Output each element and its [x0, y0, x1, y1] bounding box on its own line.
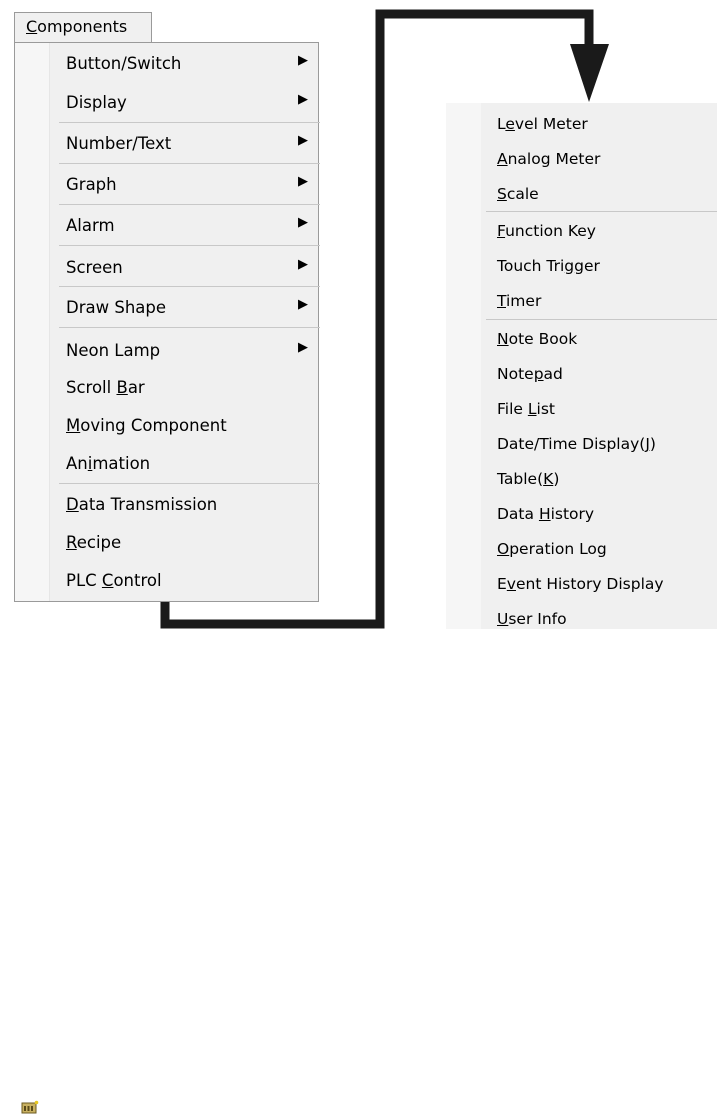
submenu-item-scale[interactable]: Scale	[497, 185, 539, 203]
submenu-item-notepad[interactable]: Notepad	[497, 365, 563, 383]
submenu-arrow-icon: ▶	[298, 53, 308, 68]
submenu-item-operation-log[interactable]: Operation Log	[497, 540, 607, 558]
menu-item-label: PLC Control	[66, 571, 162, 590]
submenu-item-touch-trigger[interactable]: Touch Trigger	[497, 257, 600, 275]
submenu-arrow-icon: ▶	[298, 174, 308, 189]
submenu-item-note-book[interactable]: Note Book	[497, 330, 577, 348]
menu-item-label: Recipe	[66, 533, 122, 552]
menu-separator	[59, 163, 320, 164]
menu-item-label: Moving Component	[66, 416, 227, 435]
submenu-item-date-time-display[interactable]: Date/Time Display(J)	[497, 435, 656, 453]
submenu-arrow-icon: ▶	[298, 92, 308, 107]
plc-control-icon	[21, 1100, 39, 1114]
menu-item-label: Data Transmission	[66, 495, 218, 514]
menu-separator	[59, 483, 320, 484]
menu-item-label: Animation	[66, 454, 151, 473]
menu-separator	[59, 245, 320, 246]
menu-item-label: Screen	[66, 258, 123, 277]
submenu-item-data-history[interactable]: Data History	[497, 505, 594, 523]
submenu-item-event-history-display[interactable]: Event History Display	[497, 575, 664, 593]
menubar-components[interactable]: Components	[14, 12, 152, 42]
menu-separator	[59, 122, 320, 123]
components-label: Components	[26, 17, 128, 36]
submenu-item-file-list[interactable]: File List	[497, 400, 555, 418]
submenu-item-analog-meter[interactable]: Analog Meter	[497, 150, 600, 168]
submenu-arrow-icon: ▶	[298, 257, 308, 272]
menu-item-label: Neon Lamp	[66, 341, 161, 360]
menu-item-label: Alarm	[66, 216, 115, 235]
menu-item-label: Draw Shape	[66, 298, 167, 317]
menu-gutter	[446, 103, 481, 629]
submenu-item-timer[interactable]: Timer	[497, 292, 541, 310]
menu-separator	[59, 204, 320, 205]
menu-separator	[486, 211, 717, 212]
submenu-item-table[interactable]: Table(K)	[497, 470, 559, 488]
menu-item-label: Number/Text	[66, 134, 172, 153]
submenu-arrow-icon: ▶	[298, 340, 308, 355]
submenu-arrow-icon: ▶	[298, 215, 308, 230]
submenu-item-function-key[interactable]: Function Key	[497, 222, 596, 240]
menu-gutter	[15, 43, 50, 601]
submenu-arrow-icon: ▶	[298, 133, 308, 148]
menu-separator	[486, 319, 717, 320]
menu-item-label: Button/Switch	[66, 54, 182, 73]
menu-item-label: Scroll Bar	[66, 378, 145, 397]
menu-item-label: Graph	[66, 175, 117, 194]
menu-item-label: Display	[66, 93, 127, 112]
submenu-arrow-icon: ▶	[298, 297, 308, 312]
submenu-item-user-info[interactable]: User Info	[497, 610, 567, 628]
display-submenu: Level Meter Analog Meter Scale Function …	[446, 103, 717, 629]
components-menu: Button/Switch ▶ Display ▶ Number/Text ▶ …	[14, 42, 320, 1114]
menu-separator	[59, 286, 320, 287]
submenu-item-level-meter[interactable]: Level Meter	[497, 115, 588, 133]
menu-separator	[59, 327, 320, 328]
